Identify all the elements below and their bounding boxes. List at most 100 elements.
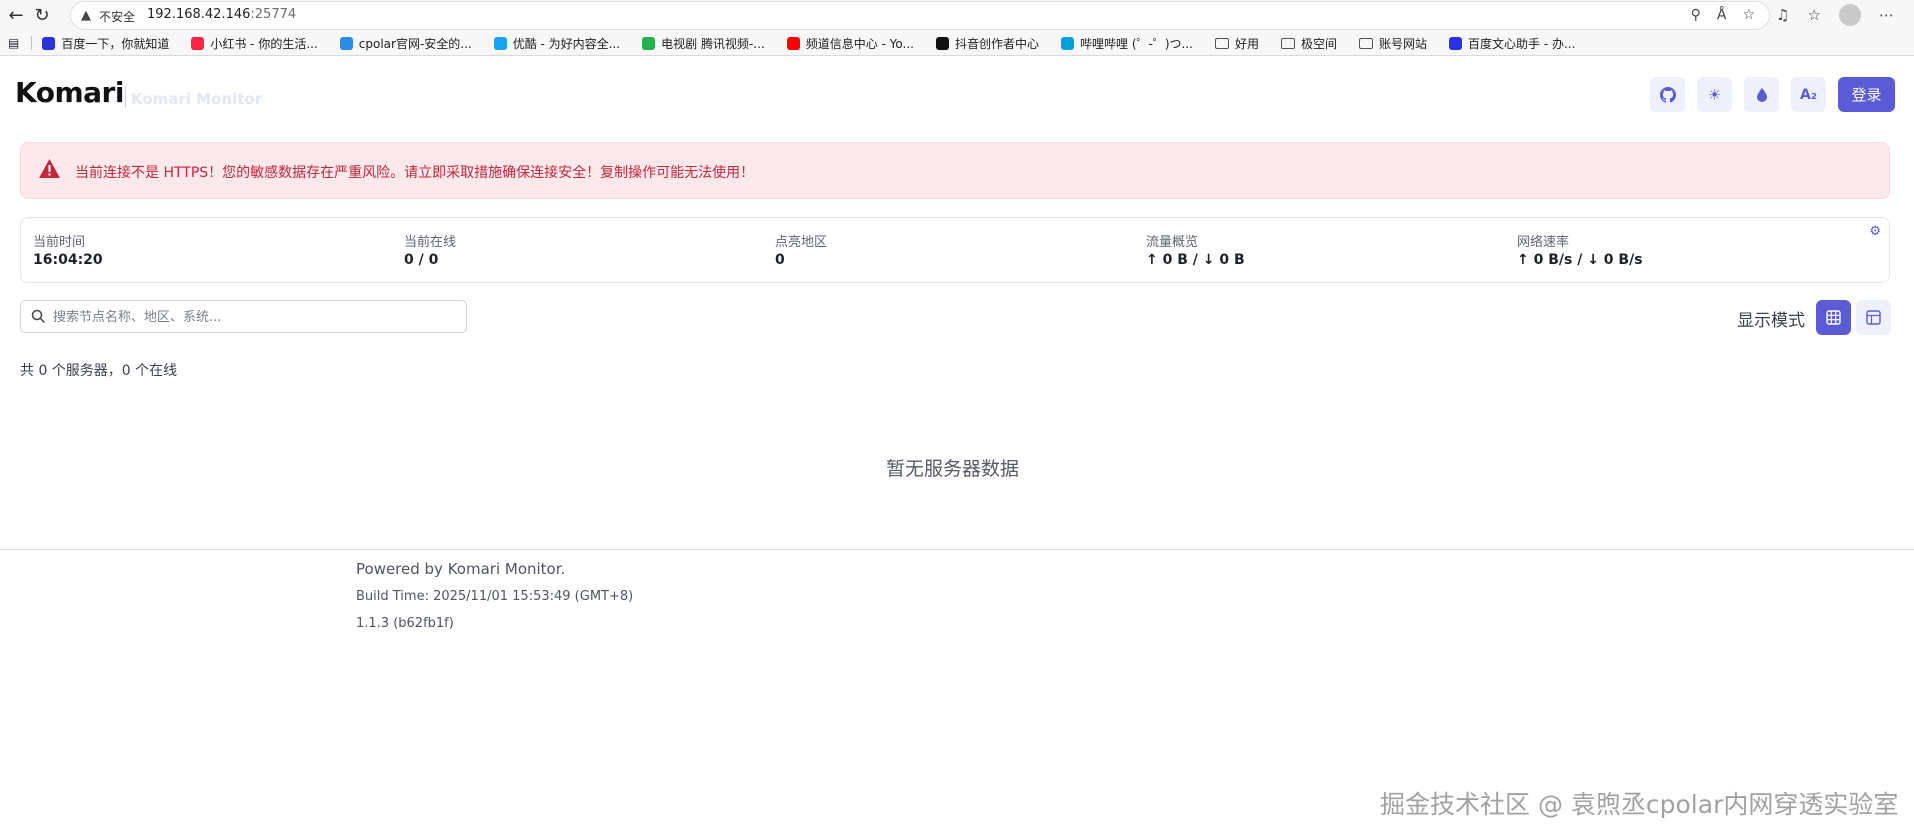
https-warning-alert: 当前连接不是 HTTPS！您的敏感数据存在严重风险。请立即采取措施确保连接安全！… xyxy=(20,142,1890,199)
youtube-icon xyxy=(786,36,800,50)
github-icon xyxy=(1659,86,1676,103)
bookmarks-divider xyxy=(31,36,33,50)
bookmark-item[interactable]: 百度文心助手 - 办... xyxy=(1449,35,1575,52)
youku-icon xyxy=(493,36,507,50)
back-arrow-icon[interactable]: ← xyxy=(4,4,28,28)
bookmark-label: 优酷 - 为好内容全... xyxy=(512,36,621,51)
stat-network-speed: 网络速率 ↑ 0 B/s / ↓ 0 B/s xyxy=(1517,231,1643,268)
douyin-icon xyxy=(936,36,949,50)
bookmark-item[interactable]: 小红书 - 你的生活... xyxy=(191,35,318,52)
color-theme-button[interactable] xyxy=(1744,77,1779,112)
footer-divider xyxy=(0,549,1914,550)
grid-view-button[interactable] xyxy=(1816,300,1851,335)
profile-avatar[interactable] xyxy=(1838,4,1861,26)
bookmark-label: 哔哩哔哩 (゜-゜)つ... xyxy=(1080,36,1193,51)
stats-panel: 当前时间 16:04:20 当前在线 0 / 0 点亮地区 0 流量概览 ↑ 0… xyxy=(20,217,1890,283)
url-host: 192.168.42.146 xyxy=(147,7,251,22)
bookmark-label: cpolar官网-安全的... xyxy=(358,36,472,51)
gear-icon[interactable]: ⚙ xyxy=(1869,224,1881,239)
footer-powered-by: Powered by Komari Monitor. xyxy=(356,560,566,578)
tencent-video-icon xyxy=(642,36,656,50)
translate-icon[interactable]: Å xyxy=(1717,7,1727,23)
extensions-icon[interactable]: ♫ xyxy=(1776,6,1789,24)
stat-traffic: 流量概览 ↑ 0 B / ↓ 0 B xyxy=(1146,231,1245,268)
table-view-button[interactable] xyxy=(1856,300,1891,335)
browser-toolbar: ← ↻ ▲ 不安全 192.168.42.146:25774 ⚲ Å ☆ ♫ ☆… xyxy=(0,0,1914,31)
stat-value: 16:04:20 xyxy=(33,252,103,268)
bookmark-label: 电视剧 腾讯视频-... xyxy=(661,36,765,51)
folder-icon xyxy=(1359,37,1373,49)
folder-icon xyxy=(1280,37,1295,49)
droplet-icon xyxy=(1756,87,1767,102)
bookmark-item[interactable]: 电视剧 腾讯视频-... xyxy=(642,35,765,52)
favorites-icon[interactable]: ☆ xyxy=(1807,6,1820,24)
warning-triangle-icon: ▲ xyxy=(81,8,91,23)
bookmark-label: 极空间 xyxy=(1300,36,1337,51)
url-text[interactable]: 192.168.42.146:25774 xyxy=(147,7,296,22)
stat-value: 0 / 0 xyxy=(404,252,439,268)
alert-message: 当前连接不是 HTTPS！您的敏感数据存在严重风险。请立即采取措施确保连接安全！… xyxy=(75,165,755,181)
stat-label: 网络速率 xyxy=(1517,235,1570,250)
bookmark-item[interactable]: 哔哩哔哩 (゜-゜)つ... xyxy=(1061,35,1193,52)
sun-icon: ☀ xyxy=(1707,85,1722,104)
table-icon xyxy=(1866,310,1881,325)
cpolar-icon xyxy=(339,36,353,50)
bookmark-item[interactable]: 极空间 xyxy=(1280,35,1337,52)
stat-online: 当前在线 0 / 0 xyxy=(404,231,456,268)
stat-label: 当前在线 xyxy=(404,235,457,250)
watermark: 掘金技术社区 @ 袁煦丞cpolar内网穿透实验室 xyxy=(1380,790,1899,819)
baidu-paw-icon xyxy=(1449,36,1463,50)
warning-triangle-icon xyxy=(39,159,60,178)
bilibili-icon xyxy=(1061,36,1075,50)
bookmark-label: 频道信息中心 - Yo... xyxy=(805,36,914,51)
language-button[interactable]: A₂ xyxy=(1791,77,1826,112)
star-icon[interactable]: ☆ xyxy=(1742,7,1755,23)
bookmark-item[interactable]: 优酷 - 为好内容全... xyxy=(493,35,621,52)
footer-build-time: Build Time: 2025/11/01 15:53:49 (GMT+8) xyxy=(356,589,634,604)
url-port: :25774 xyxy=(250,7,297,22)
bookmark-item[interactable]: 账号网站 xyxy=(1359,35,1427,52)
bookmark-item[interactable]: 百度一下，你就知道 xyxy=(42,35,169,52)
stat-label: 流量概览 xyxy=(1146,235,1199,250)
stat-current-time: 当前时间 16:04:20 xyxy=(33,231,103,268)
theme-toggle-button[interactable]: ☀ xyxy=(1697,77,1732,112)
bookmark-item[interactable]: cpolar官网-安全的... xyxy=(339,35,472,52)
grid-icon xyxy=(1826,310,1841,325)
stat-label: 点亮地区 xyxy=(775,235,828,250)
bookmark-item[interactable]: 频道信息中心 - Yo... xyxy=(786,35,914,52)
insecure-label: 不安全 xyxy=(99,10,136,24)
bookmark-label: 小红书 - 你的生活... xyxy=(210,36,318,51)
search-box[interactable] xyxy=(20,300,467,333)
server-count: 共 0 个服务器，0 个在线 xyxy=(20,363,178,379)
stat-label: 当前时间 xyxy=(33,235,86,250)
folder-icon xyxy=(1214,37,1229,49)
empty-state-message: 暂无服务器数据 xyxy=(886,458,1020,480)
translate-icon: A₂ xyxy=(1800,86,1817,103)
app-logo[interactable]: Komari xyxy=(15,76,124,109)
github-button[interactable] xyxy=(1650,77,1685,112)
reload-icon[interactable]: ↻ xyxy=(30,4,54,28)
bookmark-label: 账号网站 xyxy=(1379,36,1428,51)
bookmark-item[interactable]: 抖音创作者中心 xyxy=(936,35,1039,52)
bookmark-item[interactable]: 好用 xyxy=(1214,35,1259,52)
stat-regions: 点亮地区 0 xyxy=(775,231,827,268)
more-menu-icon[interactable]: ⋯ xyxy=(1879,6,1894,24)
login-button[interactable]: 登录 xyxy=(1838,77,1895,112)
stat-value: 0 xyxy=(775,252,785,268)
footer-version: 1.1.3 (b62fb1f) xyxy=(356,616,454,631)
key-icon[interactable]: ⚲ xyxy=(1691,7,1701,23)
search-input[interactable] xyxy=(53,305,453,329)
bookmarks-bar: ▤ 百度一下，你就知道 小红书 - 你的生活... cpolar官网-安全的... 优… xyxy=(0,31,1914,56)
stat-value: ↑ 0 B / ↓ 0 B xyxy=(1146,252,1245,268)
baidu-paw-icon xyxy=(42,36,56,50)
address-bar[interactable]: ▲ 不安全 192.168.42.146:25774 ⚲ Å ☆ xyxy=(70,1,1770,30)
app-subtitle: Komari Monitor xyxy=(131,90,263,108)
bookmark-label: 百度文心助手 - 办... xyxy=(1468,36,1576,51)
logo-divider xyxy=(125,86,126,108)
search-icon xyxy=(31,309,46,324)
bookmark-label: 百度一下，你就知道 xyxy=(61,36,170,51)
tab-actions-icon[interactable]: ▤ xyxy=(8,36,19,50)
xiaohongshu-icon xyxy=(191,36,205,50)
bookmark-label: 抖音创作者中心 xyxy=(955,36,1040,51)
display-mode-label: 显示模式 xyxy=(1737,311,1805,331)
